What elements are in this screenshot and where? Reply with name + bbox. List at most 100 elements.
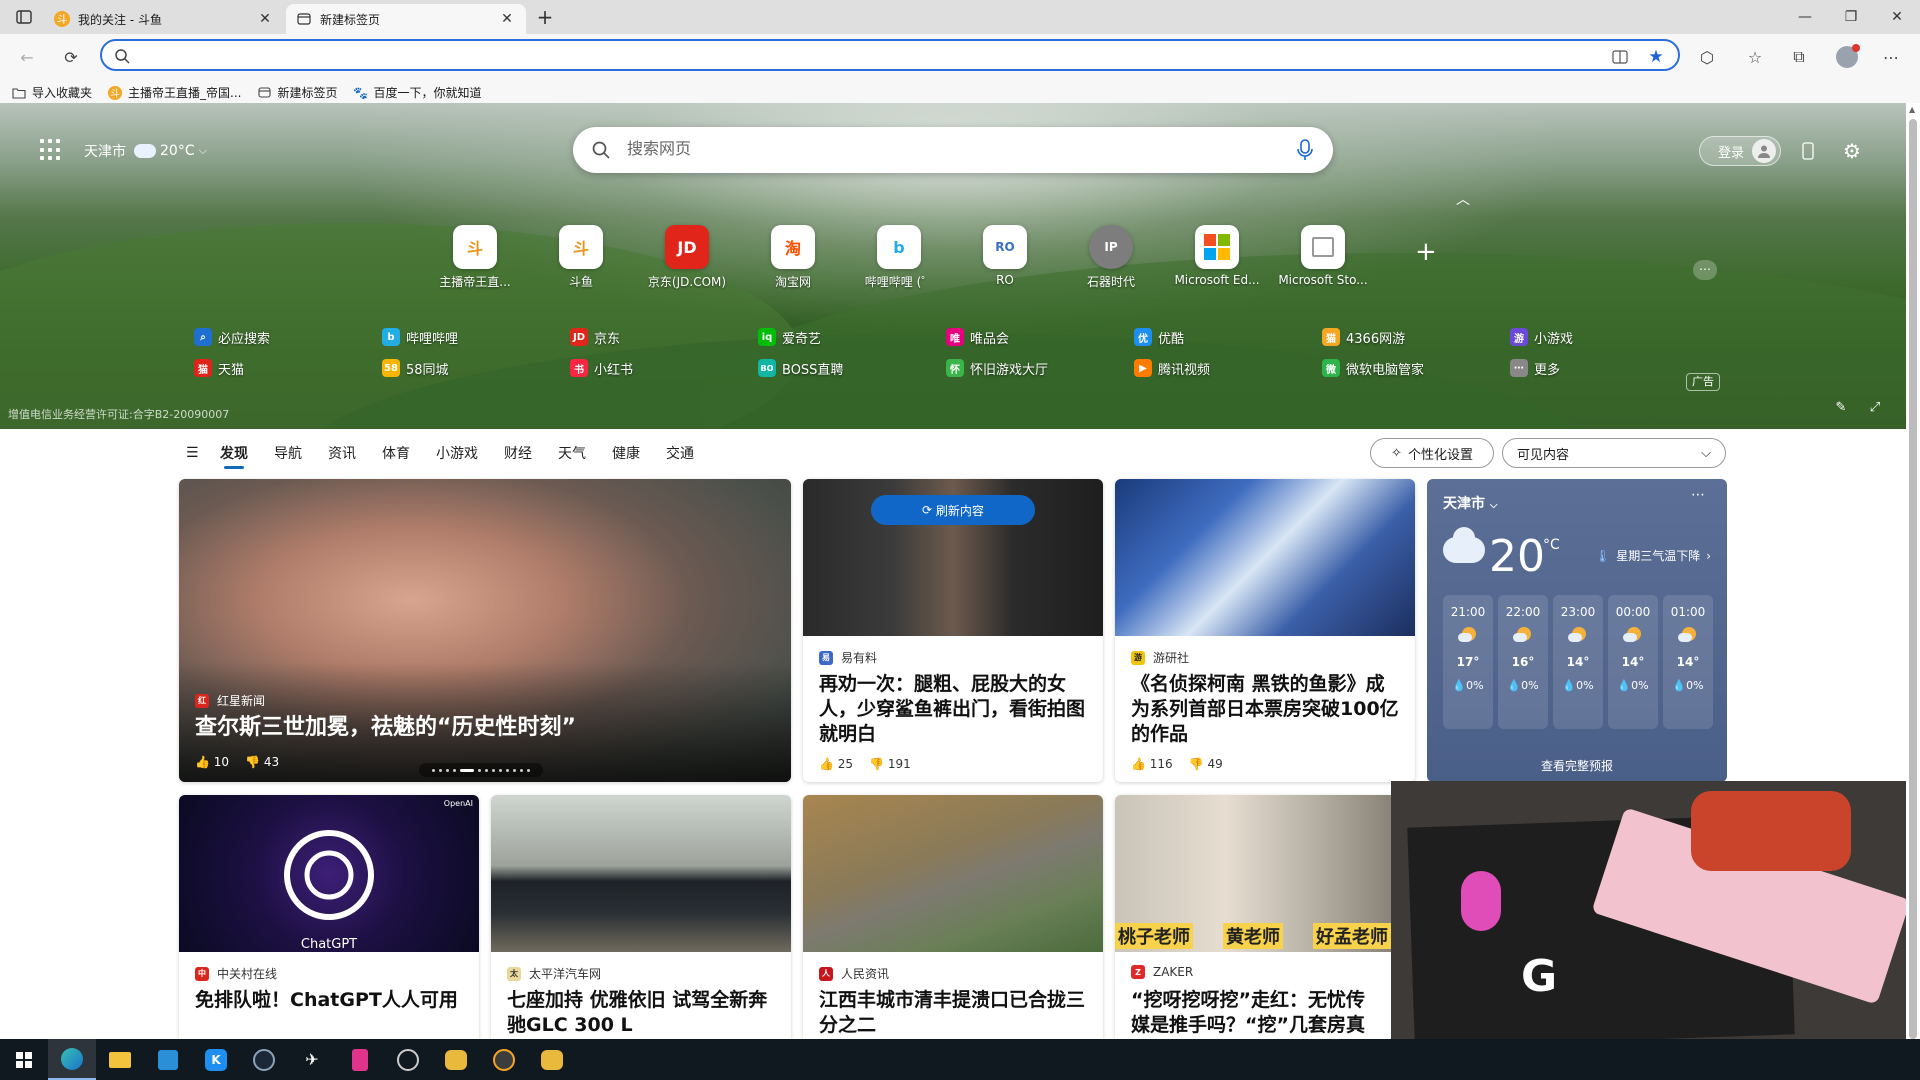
windows-start-icon[interactable]: [0, 1039, 48, 1080]
site-link-58[interactable]: 58 58同城: [382, 357, 570, 379]
site-link-tmall[interactable]: 猫天猫: [194, 357, 382, 379]
feed-tab-discover[interactable]: 发现: [220, 443, 248, 469]
news-card[interactable]: 太太平洋汽车网 七座加持 优雅依旧 试驾全新奔驰GLC 300 L: [491, 795, 791, 1045]
news-headline[interactable]: 免排队啦！ChatGPT人人可用: [195, 988, 465, 1013]
close-window-icon[interactable]: ✕: [1874, 0, 1920, 34]
store-icon[interactable]: [144, 1039, 192, 1080]
douyu-client-icon[interactable]: [480, 1039, 528, 1080]
feed-tab-health[interactable]: 健康: [612, 443, 640, 463]
quick-link[interactable]: IP 石器时代: [1066, 225, 1156, 290]
quick-link[interactable]: JD 京东(JD.COM): [642, 225, 732, 290]
quick-link[interactable]: b 哔哩哔哩 (゜: [854, 225, 944, 290]
refresh-content-button[interactable]: ⟳ 刷新内容: [871, 495, 1035, 525]
close-tab-icon[interactable]: ✕: [256, 11, 274, 27]
tab-new-tab[interactable]: 新建标签页 ✕: [286, 4, 526, 34]
dislike-button[interactable]: 👎 43: [245, 755, 279, 769]
feed-tab-mini-games[interactable]: 小游戏: [436, 443, 478, 463]
collections-icon[interactable]: ⧉: [1786, 44, 1812, 70]
back-icon[interactable]: ←: [14, 44, 40, 70]
scrollbar-thumb[interactable]: [1909, 119, 1917, 1039]
page-scrollbar[interactable]: ▲: [1906, 103, 1920, 1039]
dislike-button[interactable]: 👎 49: [1189, 757, 1223, 771]
weather-city[interactable]: 天津市 ⌵: [1443, 493, 1497, 513]
favorite-star-icon[interactable]: ★: [1646, 47, 1666, 67]
feed-tab-weather[interactable]: 天气: [558, 443, 586, 463]
news-card[interactable]: 人人民资讯 江西丰城市清丰提溃口已合拢三分之二: [803, 795, 1103, 1045]
kugou-icon[interactable]: K: [192, 1039, 240, 1080]
links-more-options-icon[interactable]: ⋯: [1693, 260, 1717, 280]
close-tab-icon[interactable]: ✕: [498, 11, 516, 27]
add-shortcut-icon[interactable]: +: [1415, 237, 1437, 267]
game-launcher-icon[interactable]: ✈: [288, 1039, 336, 1080]
bookmark-baidu[interactable]: 🐾 百度一下，你就知道: [353, 84, 481, 101]
restore-icon[interactable]: ❐: [1828, 0, 1874, 34]
news-card[interactable]: 红红星新闻 查尔斯三世加冕，祛魅的“历史性时刻” 👍 10 👎 43: [179, 479, 791, 782]
quick-link[interactable]: Microsoft Sto...: [1278, 225, 1368, 287]
tab-douyu[interactable]: 斗 我的关注 - 斗鱼 ✕: [44, 4, 284, 34]
like-button[interactable]: 👍 25: [819, 757, 853, 771]
web-search-input[interactable]: [627, 138, 1247, 162]
weather-widget-mini[interactable]: 天津市 20°C ⌵: [84, 141, 207, 161]
news-card[interactable]: ⟳ 刷新内容 易易有料 再劝一次：腿粗、屁股大的女人，少穿鲨鱼裤出门，看街拍图就…: [803, 479, 1103, 782]
site-link-bing[interactable]: ⌕ 必应搜索: [194, 326, 382, 348]
news-headline[interactable]: 《名侦探柯南 黑铁的鱼影》成为系列首部日本票房突破100亿的作品: [1131, 672, 1401, 747]
owl-app-icon[interactable]: [528, 1039, 576, 1080]
profile-avatar[interactable]: [1834, 44, 1860, 70]
news-headline[interactable]: “挖呀挖呀挖”走红：无忧传媒是推手吗？“挖”几套房真实: [1131, 988, 1377, 1045]
feed-tab-traffic[interactable]: 交通: [666, 443, 694, 463]
more-options-icon[interactable]: ⋯: [1691, 487, 1705, 503]
menu-icon[interactable]: ☰: [186, 445, 202, 461]
settings-more-icon[interactable]: ⋯: [1878, 44, 1904, 70]
like-button[interactable]: 👍 10: [195, 755, 229, 769]
news-card[interactable]: 游游研社 《名侦探柯南 黑铁的鱼影》成为系列首部日本票房突破100亿的作品 👍 …: [1115, 479, 1415, 782]
news-headline[interactable]: 七座加持 优雅依旧 试驾全新奔驰GLC 300 L: [507, 988, 777, 1038]
bookmark-import[interactable]: 导入收藏夹: [12, 84, 92, 101]
favorites-icon[interactable]: ☆: [1742, 44, 1768, 70]
site-link-bilibili[interactable]: b 哔哩哔哩: [382, 326, 570, 348]
site-link-boss[interactable]: BO BOSS直聘: [758, 357, 946, 379]
edge-browser-icon[interactable]: [48, 1039, 96, 1080]
address-bar[interactable]: ★: [100, 39, 1680, 71]
feed-tab-news[interactable]: 资讯: [328, 443, 356, 463]
expand-icon[interactable]: ⤢: [1866, 400, 1884, 418]
app-launcher-icon[interactable]: [40, 139, 62, 161]
site-link-minigames[interactable]: 游小游戏: [1510, 326, 1698, 348]
login-button[interactable]: 登录: [1699, 136, 1781, 166]
news-headline[interactable]: 查尔斯三世加冕，祛魅的“历史性时刻”: [195, 715, 777, 740]
new-tab-button[interactable]: +: [532, 4, 558, 30]
page-settings-icon[interactable]: ⚙: [1840, 139, 1864, 163]
dislike-button[interactable]: 👎 191: [869, 757, 911, 771]
quick-link[interactable]: 斗 主播帝王直...: [430, 225, 520, 290]
quick-link[interactable]: RO RO: [960, 225, 1050, 287]
news-card[interactable]: 桃子老师 黄老师 好孟老师 Z ZAKER “挖呀挖呀挖”走红：无忧传媒是推手吗？…: [1115, 795, 1391, 1045]
site-link-4366[interactable]: 猫 4366网游: [1322, 326, 1510, 348]
weather-alert[interactable]: 🌡 星期三气温下降 ›: [1595, 547, 1711, 564]
file-explorer-icon[interactable]: [96, 1039, 144, 1080]
app-pink-icon[interactable]: [336, 1039, 384, 1080]
feed-tab-navigation[interactable]: 导航: [274, 443, 302, 463]
feed-tab-sports[interactable]: 体育: [382, 443, 410, 463]
weather-card[interactable]: 天津市 ⌵ ⋯ 20 °C 🌡 星期三气温下降 › 21:00 17° 💧0% 22:0…: [1427, 479, 1727, 782]
site-link-retro-games[interactable]: 怀怀旧游戏大厅: [946, 357, 1134, 379]
refresh-icon[interactable]: ⟳: [58, 44, 84, 70]
carousel-indicator[interactable]: [419, 763, 543, 777]
news-headline[interactable]: 再劝一次：腿粗、屁股大的女人，少穿鲨鱼裤出门，看街拍图就明白: [819, 672, 1089, 747]
quick-link[interactable]: 斗 斗鱼: [536, 225, 626, 290]
extensions-icon[interactable]: ⬡: [1694, 44, 1720, 70]
site-link-xiaohongshu[interactable]: 书小红书: [570, 357, 758, 379]
news-card[interactable]: OpenAI ChatGPT 中中关村在线 免排队啦！ChatGPT人人可用: [179, 795, 479, 1045]
bookmark-new-tab[interactable]: 新建标签页: [257, 84, 337, 101]
microphone-icon[interactable]: [1295, 139, 1315, 161]
feed-tab-finance[interactable]: 财经: [504, 443, 532, 463]
quick-link[interactable]: Microsoft Ed...: [1172, 225, 1262, 287]
site-link-more[interactable]: ⋯ 更多: [1510, 357, 1698, 379]
web-search-box[interactable]: [573, 127, 1333, 173]
full-forecast-link[interactable]: 查看完整预报: [1427, 757, 1727, 774]
site-link-tencent-video[interactable]: ▶ 腾讯视频: [1134, 357, 1322, 379]
site-link-jd[interactable]: JD 京东: [570, 326, 758, 348]
visible-content-select[interactable]: 可见内容 ⌵: [1502, 438, 1726, 468]
bookmark-douyu-streamer[interactable]: 斗 主播帝王直播_帝国...: [108, 84, 241, 101]
minimize-icon[interactable]: —: [1782, 0, 1828, 34]
address-input[interactable]: [136, 45, 1596, 67]
like-button[interactable]: 👍 116: [1131, 757, 1173, 771]
